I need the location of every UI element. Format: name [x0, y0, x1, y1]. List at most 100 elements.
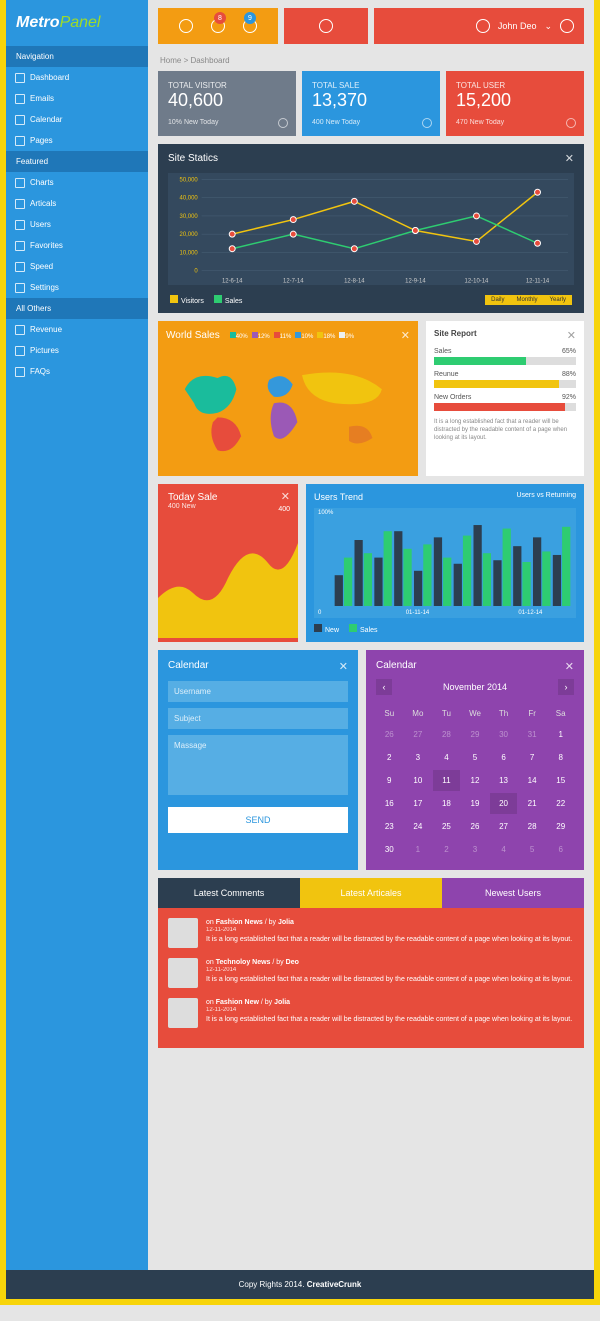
- subject-input[interactable]: [168, 708, 348, 729]
- cal-day[interactable]: 5: [519, 839, 546, 860]
- chevron-down-icon: ⌄: [544, 21, 552, 32]
- cal-day[interactable]: 17: [405, 793, 432, 814]
- info-icon[interactable]: [422, 118, 432, 128]
- cal-day[interactable]: 26: [462, 816, 489, 837]
- comment-item: on Fashion New / by Jolia12-11-2014It is…: [168, 998, 574, 1028]
- btn-yearly[interactable]: Yearly: [544, 295, 572, 305]
- cal-day[interactable]: 12: [462, 770, 489, 791]
- tab-users[interactable]: Newest Users: [442, 878, 584, 908]
- cal-day[interactable]: 2: [376, 747, 403, 768]
- badge-messages: 9: [244, 12, 256, 24]
- sidebar-item-faqs[interactable]: FAQs: [6, 361, 148, 382]
- today-title: Today Sale: [168, 492, 288, 503]
- cal-day[interactable]: 13: [490, 770, 517, 791]
- cal-day[interactable]: 30: [490, 724, 517, 745]
- world-title: World Sales: [166, 330, 220, 341]
- cal-day[interactable]: 23: [376, 816, 403, 837]
- cal-day[interactable]: 27: [405, 724, 432, 745]
- btn-daily[interactable]: Daily: [485, 295, 510, 305]
- nav-head-others: All Others: [6, 298, 148, 319]
- sidebar-item-revenue[interactable]: Revenue: [6, 319, 148, 340]
- sidebar-item-settings[interactable]: Settings: [6, 277, 148, 298]
- cal-day[interactable]: 24: [405, 816, 432, 837]
- sidebar-item-dashboard[interactable]: Dashboard: [6, 67, 148, 88]
- username-input[interactable]: [168, 681, 348, 702]
- cal-day[interactable]: 3: [405, 747, 432, 768]
- tab-articles[interactable]: Latest Articales: [300, 878, 442, 908]
- cal-day[interactable]: 25: [433, 816, 460, 837]
- cal-day[interactable]: 4: [433, 747, 460, 768]
- search-icon: [319, 19, 333, 33]
- info-icon[interactable]: [278, 118, 288, 128]
- sidebar-item-emails[interactable]: Emails: [6, 88, 148, 109]
- svg-text:30,000: 30,000: [180, 214, 199, 220]
- cal-day[interactable]: 18: [433, 793, 460, 814]
- cal-day[interactable]: 16: [376, 793, 403, 814]
- sidebar-item-users[interactable]: Users: [6, 214, 148, 235]
- message-input[interactable]: [168, 735, 348, 795]
- gear-icon[interactable]: [560, 19, 574, 33]
- site-statics-panel: Site Statics✕ 010,00020,00030,00040,0005…: [158, 144, 584, 313]
- cal-day[interactable]: 29: [462, 724, 489, 745]
- cal-day[interactable]: 4: [490, 839, 517, 860]
- cal-next[interactable]: ›: [558, 679, 574, 695]
- search-button[interactable]: [284, 8, 368, 44]
- cal-day[interactable]: 1: [547, 724, 574, 745]
- cal-day[interactable]: 5: [462, 747, 489, 768]
- close-icon[interactable]: ✕: [567, 329, 576, 342]
- tab-comments[interactable]: Latest Comments: [158, 878, 300, 908]
- cal-day[interactable]: 19: [462, 793, 489, 814]
- close-icon[interactable]: ✕: [401, 329, 410, 342]
- btn-monthly[interactable]: Monthly: [511, 295, 544, 305]
- cal-day[interactable]: 20: [490, 793, 517, 814]
- notification-bar[interactable]: 8 9: [158, 8, 278, 44]
- report-bar: New Orders92%: [434, 394, 576, 411]
- close-icon[interactable]: ✕: [281, 490, 290, 503]
- cal-day[interactable]: 3: [462, 839, 489, 860]
- sidebar-item-speed[interactable]: Speed: [6, 256, 148, 277]
- site-report-panel: Site Report✕ Sales65%Reunue88%New Orders…: [426, 321, 584, 476]
- cal-day[interactable]: 2: [433, 839, 460, 860]
- cal-day[interactable]: 31: [519, 724, 546, 745]
- cal-day[interactable]: 11: [433, 770, 460, 791]
- cal-day[interactable]: 9: [376, 770, 403, 791]
- calendar-panel: Calendar✕ ‹ November 2014 › SuMoTuWeThFr…: [366, 650, 584, 870]
- report-bar: Reunue88%: [434, 371, 576, 388]
- cal-title: Calendar: [376, 660, 417, 673]
- legend-visitors: Visitors: [181, 298, 204, 305]
- sidebar-item-calendar[interactable]: Calendar: [6, 109, 148, 130]
- close-icon[interactable]: ✕: [565, 660, 574, 673]
- bar-chart: 100% 0 01-11-14 01-12-14: [314, 508, 576, 618]
- cal-day[interactable]: 10: [405, 770, 432, 791]
- sidebar-item-charts[interactable]: Charts: [6, 172, 148, 193]
- sidebar-item-favorites[interactable]: Favorites: [6, 235, 148, 256]
- cal-day[interactable]: 8: [547, 747, 574, 768]
- cal-day[interactable]: 6: [490, 747, 517, 768]
- cal-day[interactable]: 14: [519, 770, 546, 791]
- user-menu[interactable]: John Deo ⌄: [374, 8, 584, 44]
- sidebar-item-pages[interactable]: Pages: [6, 130, 148, 151]
- sidebar-item-articals[interactable]: Articals: [6, 193, 148, 214]
- close-icon[interactable]: ✕: [339, 660, 348, 673]
- cal-day[interactable]: 29: [547, 816, 574, 837]
- trend-title: Users Trend: [314, 492, 363, 502]
- cal-day[interactable]: 6: [547, 839, 574, 860]
- cal-day[interactable]: 30: [376, 839, 403, 860]
- refresh-icon[interactable]: [179, 19, 193, 33]
- cal-day[interactable]: 7: [519, 747, 546, 768]
- cal-day[interactable]: 27: [490, 816, 517, 837]
- cal-day[interactable]: 15: [547, 770, 574, 791]
- cal-day[interactable]: 26: [376, 724, 403, 745]
- cal-prev[interactable]: ‹: [376, 679, 392, 695]
- svg-text:10,000: 10,000: [180, 250, 199, 256]
- sidebar-item-pictures[interactable]: Pictures: [6, 340, 148, 361]
- cal-day[interactable]: 21: [519, 793, 546, 814]
- info-icon[interactable]: [566, 118, 576, 128]
- cal-day[interactable]: 1: [405, 839, 432, 860]
- cal-day[interactable]: 28: [433, 724, 460, 745]
- cal-day[interactable]: 28: [519, 816, 546, 837]
- send-button[interactable]: SEND: [168, 807, 348, 833]
- comment-item: on Technoloy News / by Deo12-11-2014It i…: [168, 958, 574, 988]
- close-icon[interactable]: ✕: [565, 152, 574, 165]
- cal-day[interactable]: 22: [547, 793, 574, 814]
